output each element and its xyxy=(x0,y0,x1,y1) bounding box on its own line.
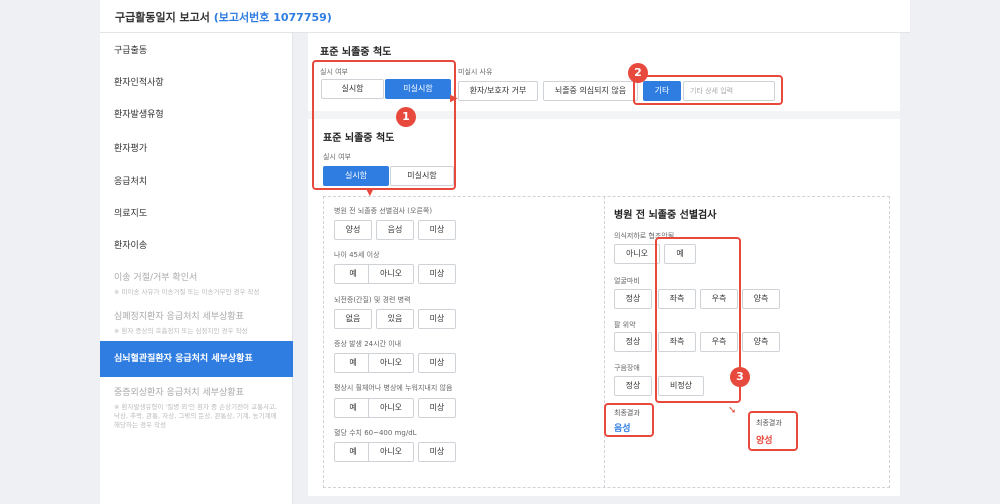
reason-refuse-button[interactable]: 환자/보호자 거부 xyxy=(458,81,538,101)
q-onset-yes[interactable]: 예 xyxy=(334,353,372,373)
report-header: 구급활동일지 보고서 (보고서번호 1077759) xyxy=(100,0,910,33)
q-arm-both[interactable]: 양측 xyxy=(742,332,780,352)
sidebar-item-assessment[interactable]: 환자평가 xyxy=(100,141,293,154)
q-onset-unknown[interactable]: 미상 xyxy=(418,353,456,373)
q-age-unknown[interactable]: 미상 xyxy=(418,264,456,284)
q-onset-label: 증상 발생 24시간 이내 xyxy=(334,340,402,348)
arrow-diagonal-icon: ➘ xyxy=(728,405,737,416)
q-seizure-unknown[interactable]: 미상 xyxy=(418,309,456,329)
q-seizure-yes[interactable]: 있음 xyxy=(376,309,414,329)
report-number: (보고서번호 1077759) xyxy=(213,11,332,24)
q-prehospital-negative[interactable]: 음성 xyxy=(376,220,414,240)
sidebar-item-transport[interactable]: 환자이송 xyxy=(100,238,293,251)
highlight-box-2 xyxy=(633,75,783,105)
q-prehospital-unknown[interactable]: 미상 xyxy=(418,220,456,240)
sidebar: 구급출동 환자인적사항 환자발생유형 환자평가 응급처치 의료지도 환자이송 이… xyxy=(100,33,293,504)
q-wheelchair-no[interactable]: 아니오 xyxy=(368,398,414,418)
highlight-result-positive xyxy=(748,411,798,451)
sidebar-item-patient-info[interactable]: 환자인적사항 xyxy=(100,75,293,88)
q-arm-normal[interactable]: 정상 xyxy=(614,332,652,352)
sidebar-item-medical-guidance[interactable]: 의료지도 xyxy=(100,206,293,219)
q-facial-normal[interactable]: 정상 xyxy=(614,289,652,309)
badge-1: 1 xyxy=(396,107,416,127)
q-age-label: 나이 45세 이상 xyxy=(334,251,380,259)
highlight-box-1 xyxy=(312,60,456,190)
q-facial-both[interactable]: 양측 xyxy=(742,289,780,309)
report-title: 구급활동일지 보고서 (보고서번호 1077759) xyxy=(115,11,332,24)
reason-label: 미실시 사유 xyxy=(458,68,493,76)
q-age-no[interactable]: 아니오 xyxy=(368,264,414,284)
main-content: 표준 뇌졸중 척도 실시 여부 실시함 미실시함 미실시 사유 환자/보호자 거… xyxy=(308,33,900,496)
sidebar-item-refusal[interactable]: 이송 거절/거부 확인서 ※ 미이송 사유가 이송거절 또는 이송거부인 경우 작… xyxy=(100,270,293,297)
q-speech-label: 구음장애 xyxy=(614,364,640,372)
q-wheelchair-label: 평상시 휠체어나 병상에 누워지내지 않음 xyxy=(334,384,453,392)
sidebar-item-occurrence-type[interactable]: 환자발생유형 xyxy=(100,107,293,120)
prehospital-screen-title: 병원 전 뇌졸중 선별검사 xyxy=(614,210,717,221)
q-glucose-yes[interactable]: 예 xyxy=(334,442,372,462)
q-glucose-unknown[interactable]: 미상 xyxy=(418,442,456,462)
sidebar-item-cerebrovascular[interactable]: 심뇌혈관질환자 응급처치 세부상황표 xyxy=(100,341,293,377)
reason-not-suspected-button[interactable]: 뇌졸중 의심되지 않음 xyxy=(543,81,638,101)
arrow-right-icon: ▶ xyxy=(450,93,458,104)
q-prehospital-positive[interactable]: 양성 xyxy=(334,220,372,240)
q-consciousness-no[interactable]: 아니오 xyxy=(614,244,660,264)
highlight-box-3 xyxy=(655,237,741,403)
q-onset-no[interactable]: 아니오 xyxy=(368,353,414,373)
q-glucose-no[interactable]: 아니오 xyxy=(368,442,414,462)
arrow-down-icon: ▼ xyxy=(366,187,374,198)
sidebar-item-dispatch[interactable]: 구급출동 xyxy=(100,43,293,56)
q-prehospital-label: 병원 전 뇌졸중 선별검사 (오른쪽) xyxy=(334,207,433,215)
q-wheelchair-unknown[interactable]: 미상 xyxy=(418,398,456,418)
sidebar-item-trauma[interactable]: 중증외상환자 응급처치 세부상황표 ※ 환자발생유형이 '질병 외'인 환자 중 … xyxy=(100,385,293,430)
panel-divider xyxy=(604,196,605,488)
sidebar-item-first-aid[interactable]: 응급처치 xyxy=(100,174,293,187)
q-facial-label: 얼굴마비 xyxy=(614,277,640,285)
section-title-top: 표준 뇌졸중 척도 xyxy=(320,47,392,58)
sidebar-item-cardiac-arrest[interactable]: 심폐정지환자 응급처치 세부상황표 ※ 환자 증상의 호흡정지 또는 심정지인 경… xyxy=(100,309,293,336)
q-glucose-label: 혈당 수치 60~400 mg/dL xyxy=(334,429,417,437)
q-wheelchair-yes[interactable]: 예 xyxy=(334,398,372,418)
q-seizure-none[interactable]: 없음 xyxy=(334,309,372,329)
q-speech-normal[interactable]: 정상 xyxy=(614,376,652,396)
highlight-result-negative xyxy=(604,403,654,437)
badge-2: 2 xyxy=(628,63,648,83)
q-arm-label: 팔 위약 xyxy=(614,321,636,329)
badge-3: 3 xyxy=(730,367,750,387)
q-seizure-label: 뇌전증(간질) 및 경련 병력 xyxy=(334,296,411,304)
q-age-yes[interactable]: 예 xyxy=(334,264,372,284)
